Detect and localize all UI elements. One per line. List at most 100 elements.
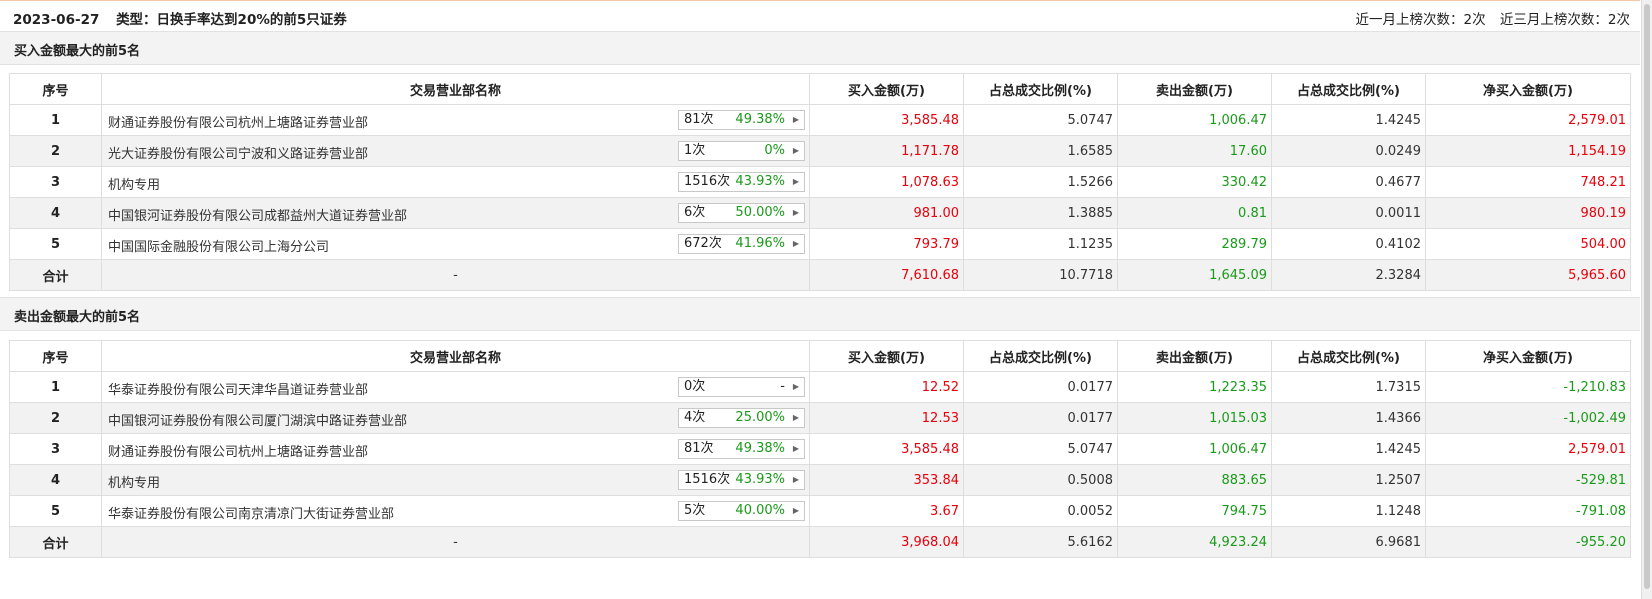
- listing-count: 6次: [684, 205, 706, 220]
- broker-stats-tag[interactable]: 672次 41.96% ▶: [678, 234, 805, 254]
- broker-stats-tag[interactable]: 4次 25.00% ▶: [678, 408, 805, 428]
- listing-count: 1516次: [684, 472, 731, 487]
- buy-amount: 1,171.78: [809, 135, 964, 167]
- broker-name-cell: 机构专用 1516次 43.93% ▶: [101, 464, 810, 496]
- column-header: 占总成交比例(%): [1271, 340, 1426, 372]
- sell-ratio: 1.1248: [1271, 495, 1426, 527]
- column-header: 卖出金额(万): [1117, 73, 1272, 105]
- sell-ratio: 0.0249: [1271, 135, 1426, 167]
- sell-ratio: 1.4245: [1271, 433, 1426, 465]
- broker-stats-tag[interactable]: 1516次 43.93% ▶: [678, 172, 805, 192]
- sell-amount: 1,015.03: [1117, 402, 1272, 434]
- buy-ratio: 0.0177: [963, 371, 1118, 403]
- broker-name-cell: 华泰证券股份有限公司南京清凉门大街证券营业部 5次 40.00% ▶: [101, 495, 810, 527]
- broker-name[interactable]: 华泰证券股份有限公司南京清凉门大街证券营业部: [108, 503, 394, 522]
- net-amount: 2,579.01: [1425, 433, 1631, 465]
- triangle-right-icon: ▶: [792, 146, 799, 155]
- broker-stats-tag[interactable]: 0次 - ▶: [678, 377, 805, 397]
- broker-name[interactable]: 中国国际金融股份有限公司上海分公司: [108, 236, 329, 255]
- broker-stats-tag[interactable]: 6次 50.00% ▶: [678, 203, 805, 223]
- broker-name[interactable]: 中国银河证券股份有限公司成都益州大道证券营业部: [108, 205, 407, 224]
- row-index: 1: [9, 371, 102, 403]
- column-header: 净买入金额(万): [1425, 73, 1631, 105]
- net-amount: 2,579.01: [1425, 104, 1631, 136]
- buy-amount: 3,585.48: [809, 104, 964, 136]
- column-header: 占总成交比例(%): [963, 340, 1118, 372]
- broker-name[interactable]: 华泰证券股份有限公司天津华昌道证券营业部: [108, 379, 368, 398]
- triangle-right-icon: ▶: [792, 177, 799, 186]
- info-right: 近一月上榜次数：2次 近三月上榜次数：2次: [1346, 8, 1630, 28]
- broker-stats-tag[interactable]: 1次 0% ▶: [678, 141, 805, 161]
- buy-ratio: 1.3885: [963, 197, 1118, 229]
- table-row: 3 机构专用 1516次 43.93% ▶ 1,078.63 1.5266 330.42 0.4…: [9, 166, 1631, 198]
- broker-name-cell: 中国银河证券股份有限公司成都益州大道证券营业部 6次 50.00% ▶: [101, 197, 810, 229]
- total-row: 合计 -7,610.68 10.7718 1,645.09 2.3284 5,965.60: [9, 259, 1631, 291]
- listing-count: 81次: [684, 441, 714, 456]
- sell-ratio: 0.0011: [1271, 197, 1426, 229]
- sell-amount: 0.81: [1117, 197, 1272, 229]
- net-amount: -529.81: [1425, 464, 1631, 496]
- table-row: 5 华泰证券股份有限公司南京清凉门大街证券营业部 5次 40.00% ▶ 3.67 0.00…: [9, 495, 1631, 527]
- sell-amount: 1,223.35: [1117, 371, 1272, 403]
- triangle-right-icon: ▶: [792, 506, 799, 515]
- total-buy: 7,610.68: [809, 259, 964, 291]
- broker-name[interactable]: 中国银河证券股份有限公司厦门湖滨中路证券营业部: [108, 410, 407, 429]
- buy-ratio: 0.5008: [963, 464, 1118, 496]
- net-amount: -791.08: [1425, 495, 1631, 527]
- info-bar: 2023-06-27 类型：日换手率达到20%的前5只证券 近一月上榜次数：2次…: [0, 0, 1640, 33]
- row-index: 4: [9, 197, 102, 229]
- sell-ratio: 0.4677: [1271, 166, 1426, 198]
- sell-amount: 1,006.47: [1117, 104, 1272, 136]
- broker-stats-tag[interactable]: 5次 40.00% ▶: [678, 501, 805, 521]
- net-amount: 748.21: [1425, 166, 1631, 198]
- broker-name[interactable]: 财通证券股份有限公司杭州上塘路证券营业部: [108, 441, 368, 460]
- list-type: 类型：日换手率达到20%的前5只证券: [116, 12, 347, 28]
- buy-amount: 3,585.48: [809, 433, 964, 465]
- total-buy-ratio: 10.7718: [963, 259, 1118, 291]
- triangle-right-icon: ▶: [792, 444, 799, 453]
- listing-count: 4次: [684, 410, 706, 425]
- row-index: 4: [9, 464, 102, 496]
- win-rate: 43.93%: [735, 174, 785, 189]
- vertical-scrollbar[interactable]: [1641, 0, 1652, 599]
- total-buy: 3,968.04: [809, 526, 964, 558]
- total-net: -955.20: [1425, 526, 1631, 558]
- table-row: 3 财通证券股份有限公司杭州上塘路证券营业部 81次 49.38% ▶ 3,585.48 5…: [9, 433, 1631, 465]
- column-header: 买入金额(万): [809, 73, 964, 105]
- total-buy-ratio: 5.6162: [963, 526, 1118, 558]
- broker-name[interactable]: 机构专用: [108, 174, 160, 193]
- triangle-right-icon: ▶: [792, 115, 799, 124]
- buy-amount: 793.79: [809, 228, 964, 260]
- total-sell-ratio: 6.9681: [1271, 526, 1426, 558]
- column-header: 买入金额(万): [809, 340, 964, 372]
- buy-ratio: 1.1235: [963, 228, 1118, 260]
- sell-top5-table: 序号 交易营业部名称 买入金额(万) 占总成交比例(%) 卖出金额(万) 占总成交比例(%…: [9, 340, 1631, 558]
- column-header: 序号: [9, 340, 102, 372]
- total-label: 合计: [9, 526, 102, 558]
- broker-stats-tag[interactable]: 1516次 43.93% ▶: [678, 470, 805, 490]
- sell-amount: 289.79: [1117, 228, 1272, 260]
- scrollbar-thumb[interactable]: [1644, 4, 1650, 589]
- buy-ratio: 5.0747: [963, 433, 1118, 465]
- triangle-right-icon: ▶: [792, 382, 799, 391]
- broker-name[interactable]: 光大证券股份有限公司宁波和义路证券营业部: [108, 143, 368, 162]
- table-row: 1 华泰证券股份有限公司天津华昌道证券营业部 0次 - ▶ 12.52 0.0177 1,22…: [9, 371, 1631, 403]
- win-rate: 43.93%: [735, 472, 785, 487]
- net-amount: 504.00: [1425, 228, 1631, 260]
- broker-stats-tag[interactable]: 81次 49.38% ▶: [678, 110, 805, 130]
- listing-count: 5次: [684, 503, 706, 518]
- table-row: 2 光大证券股份有限公司宁波和义路证券营业部 1次 0% ▶ 1,171.78 1.6585…: [9, 135, 1631, 167]
- row-index: 5: [9, 495, 102, 527]
- broker-name-cell: 华泰证券股份有限公司天津华昌道证券营业部 0次 - ▶: [101, 371, 810, 403]
- buy-section-title: 买入金额最大的前5名: [14, 44, 141, 59]
- broker-stats-tag[interactable]: 81次 49.38% ▶: [678, 439, 805, 459]
- buy-amount: 1,078.63: [809, 166, 964, 198]
- sell-amount: 17.60: [1117, 135, 1272, 167]
- column-header: 交易营业部名称: [101, 73, 810, 105]
- buy-ratio: 1.5266: [963, 166, 1118, 198]
- sell-amount: 1,006.47: [1117, 433, 1272, 465]
- broker-name[interactable]: 机构专用: [108, 472, 160, 491]
- table-row: 2 中国银河证券股份有限公司厦门湖滨中路证券营业部 4次 25.00% ▶ 12.53 0.…: [9, 402, 1631, 434]
- listing-count: 0次: [684, 379, 706, 394]
- broker-name[interactable]: 财通证券股份有限公司杭州上塘路证券营业部: [108, 112, 368, 131]
